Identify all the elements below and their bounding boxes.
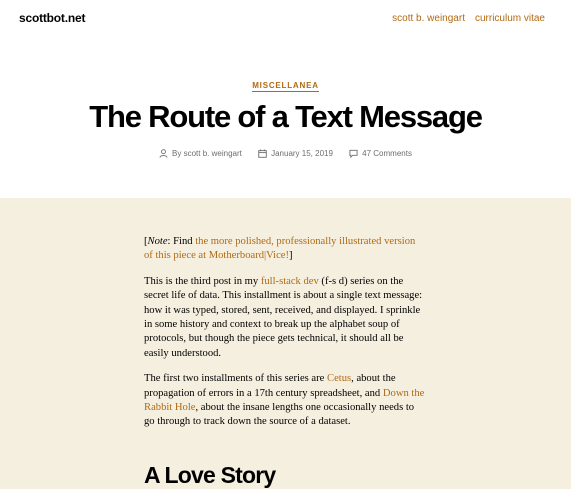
comment-icon [349, 149, 358, 159]
nav-item-cv[interactable]: curriculum vitae [475, 13, 545, 24]
comments-link[interactable]: 47 Comments [362, 149, 412, 158]
site-title[interactable]: scottbot.net [19, 11, 85, 25]
text: : Find [167, 236, 196, 247]
category-link[interactable]: MISCELLANEA [252, 81, 319, 92]
meta-author: By scott b. weingart [159, 149, 242, 158]
note-paragraph: [Note: Find the more polished, professio… [144, 235, 426, 264]
author-link[interactable]: scott b. weingart [184, 149, 242, 158]
series-paragraph: The first two installments of this serie… [144, 372, 426, 430]
text: (f-s d) series on the secret life of dat… [144, 275, 423, 359]
primary-nav: scott b. weingart curriculum vitae [382, 13, 545, 24]
author-prefix: By [172, 149, 182, 158]
category: MISCELLANEA [0, 75, 571, 93]
person-icon [159, 149, 168, 158]
page-title: The Route of a Text Message [89, 99, 483, 134]
text: This is the third post in my [144, 275, 261, 287]
calendar-icon [258, 149, 267, 158]
section-heading: A Love Story [144, 462, 276, 488]
nav-item-author[interactable]: scott b. weingart [392, 13, 465, 24]
cetus-link[interactable]: Cetus [327, 373, 351, 384]
post-content: [Note: Find the more polished, professio… [144, 235, 426, 441]
text: The first two installments of this serie… [144, 373, 327, 385]
note-label: Note [147, 236, 168, 247]
meta-date: January 15, 2019 [258, 149, 333, 158]
full-stack-dev-link[interactable]: full-stack dev [261, 276, 319, 287]
post-meta: By scott b. weingart January 15, 2019 47… [0, 149, 571, 159]
intro-paragraph: This is the third post in my full-stack … [144, 275, 426, 361]
text: ] [289, 250, 293, 262]
post-header: scottbot.net scott b. weingart curriculum… [0, 0, 571, 198]
date-link[interactable]: January 15, 2019 [271, 149, 333, 158]
meta-comments: 47 Comments [349, 149, 412, 159]
